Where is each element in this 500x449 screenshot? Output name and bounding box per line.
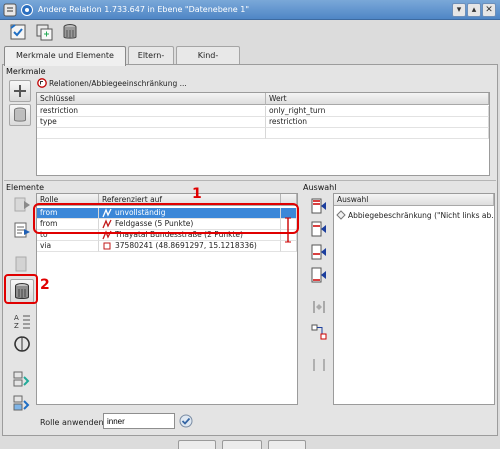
selection-item[interactable]: Abbiegebeschränkung ("Nicht links ab... [334, 209, 494, 223]
tag-key-cell[interactable]: type [37, 117, 266, 128]
sort-members-icon[interactable]: AZ [12, 311, 32, 331]
window-title: Andere Relation 1.733.647 in Ebene "Date… [38, 5, 250, 14]
annotation-label-1: 1 [192, 186, 202, 202]
relation-icon [336, 210, 346, 220]
member-role-cell[interactable]: via [37, 241, 99, 252]
tab-child-relations[interactable]: Kind-Relationen [176, 46, 240, 78]
add-selected-after-icon[interactable] [310, 243, 328, 261]
selection-header[interactable]: Auswahl [334, 194, 494, 206]
download-selected-icon[interactable] [12, 393, 32, 413]
role-apply-label: Rolle anwenden: [40, 418, 107, 427]
tags-section-label: Merkmale [6, 67, 46, 76]
josm-app-icon [21, 4, 33, 16]
svg-text:Z: Z [14, 322, 19, 330]
split-divider[interactable] [4, 180, 496, 181]
add-selected-last-icon[interactable] [310, 266, 328, 284]
add-selected-before-icon[interactable] [310, 220, 328, 238]
annotation-label-2: 2 [40, 277, 50, 293]
delete-tag-button[interactable] [9, 104, 31, 126]
duplicate-relation-icon[interactable] [34, 22, 54, 42]
ok-button[interactable] [178, 440, 216, 449]
title-bar: Andere Relation 1.733.647 in Ebene "Date… [0, 0, 500, 20]
delete-relation-icon[interactable] [60, 22, 80, 42]
move-up-icon[interactable] [12, 195, 32, 215]
member-reference-cell[interactable]: 37580241 (48.8691297, 15.1218336) [99, 241, 281, 252]
add-tag-button[interactable] [9, 80, 31, 102]
plus-icon [14, 85, 26, 97]
help-button[interactable] [268, 440, 306, 449]
maximize-button[interactable]: ▴ [467, 3, 481, 17]
download-incomplete-icon[interactable] [12, 369, 32, 389]
restriction-preset-icon [37, 78, 47, 88]
role-input[interactable] [103, 413, 175, 429]
svg-text:A: A [14, 314, 19, 322]
highlight-box-2 [4, 274, 38, 304]
add-selected-first-icon[interactable] [310, 197, 328, 215]
window-menu-icon[interactable] [3, 3, 17, 17]
members-section-label: Elemente [6, 183, 45, 192]
tag-value-cell[interactable]: restriction [266, 117, 489, 128]
tag-value-header[interactable]: Wert [266, 93, 489, 105]
selection-table: Auswahl Abbiegebeschränkung ("Nicht link… [333, 193, 495, 405]
close-button[interactable]: ✕ [482, 3, 496, 17]
apply-role-icon[interactable] [179, 414, 193, 428]
select-members-icon[interactable] [310, 323, 328, 341]
preset-link[interactable]: Relationen/Abbiegeeinschränkung ... [49, 79, 187, 88]
highlight-box-1 [33, 203, 299, 234]
tag-key-header[interactable]: Schlüssel [37, 93, 266, 105]
selection-section-label: Auswahl [303, 183, 337, 192]
reverse-members-icon[interactable] [12, 334, 32, 354]
delete-tag-icon [14, 107, 26, 122]
apply-changes-icon[interactable] [8, 22, 28, 42]
tag-key-cell[interactable]: restriction [37, 106, 266, 117]
edit-member-icon[interactable] [12, 220, 32, 240]
tag-table: Schlüssel Wert restriction only_right_tu… [36, 92, 490, 176]
tab-parent-relations[interactable]: Eltern-Relationen [128, 46, 174, 78]
zoom-to-members-icon[interactable] [310, 356, 328, 374]
cancel-button[interactable] [222, 440, 262, 449]
tab-tags-members[interactable]: Merkmale und Elemente [4, 46, 126, 66]
minimize-button[interactable]: ▾ [452, 3, 466, 17]
tag-value-cell-empty[interactable] [266, 128, 489, 139]
tag-key-cell-empty[interactable] [37, 128, 266, 139]
remove-selected-icon[interactable] [310, 298, 328, 316]
tag-value-cell[interactable]: only_right_turn [266, 106, 489, 117]
node-icon [103, 242, 111, 250]
move-down-icon[interactable] [12, 254, 32, 274]
